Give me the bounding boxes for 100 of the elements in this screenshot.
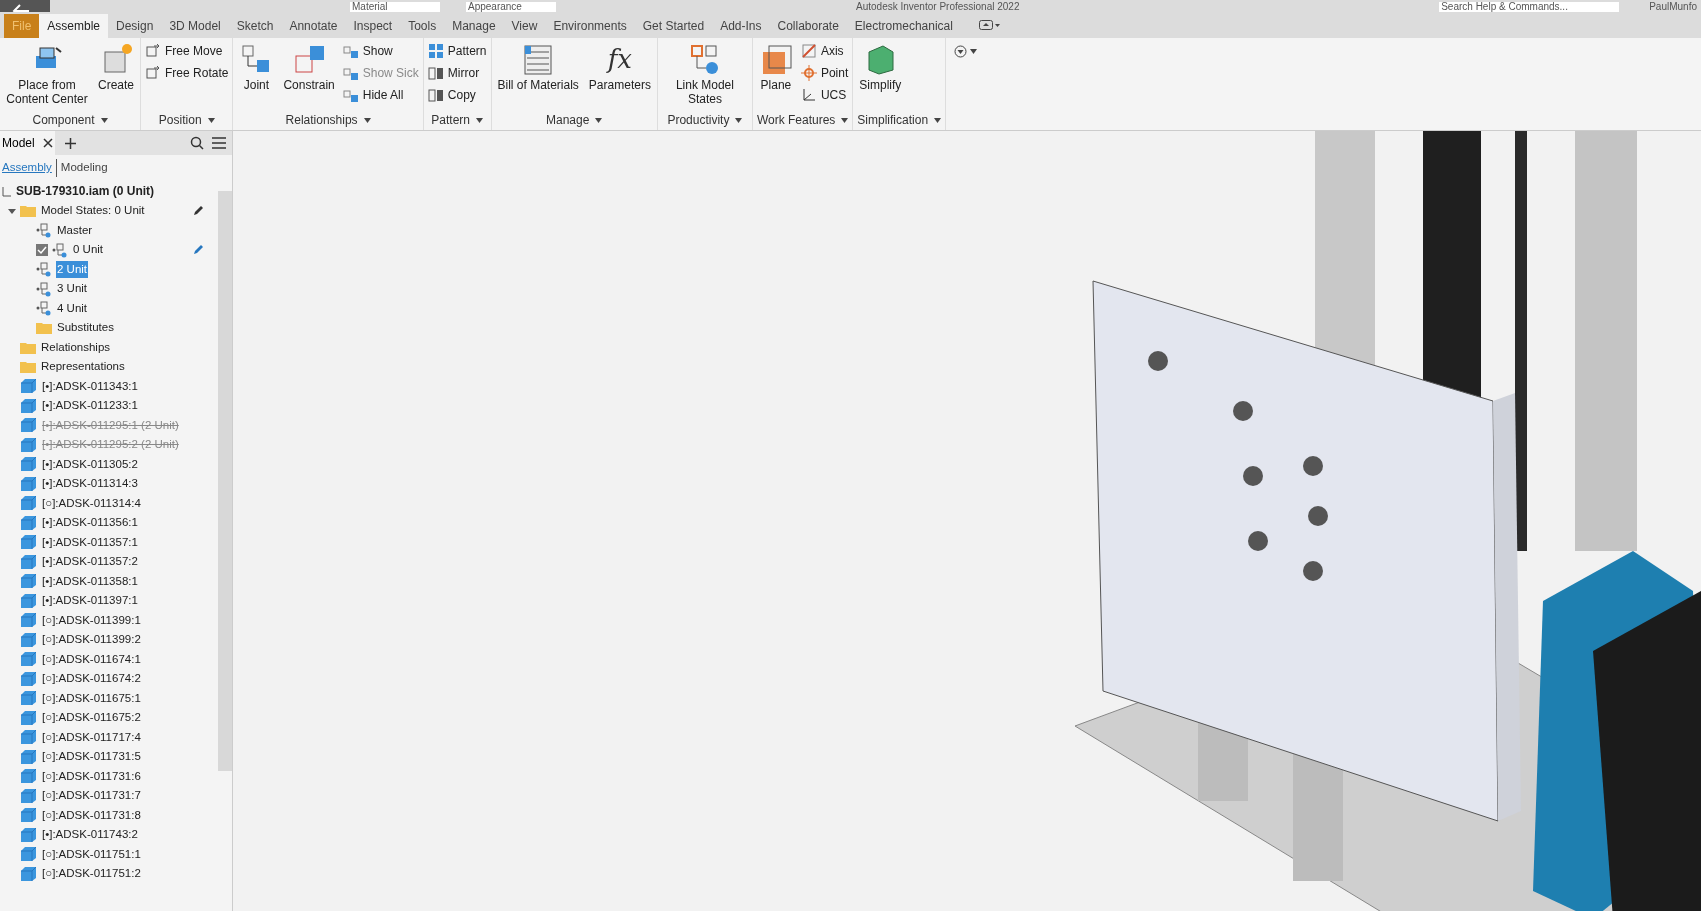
panel-title[interactable]: Productivity [661, 110, 748, 130]
part-cube-icon [20, 768, 37, 785]
checkbox-checked[interactable] [36, 243, 48, 256]
ribbon-tab[interactable]: Design [108, 14, 162, 38]
ribbon-tab[interactable]: 3D Model [161, 14, 229, 38]
tree-item-label[interactable]: [○]:ADSK-011731:5 [41, 748, 142, 766]
tree-item-label[interactable]: [•]:ADSK-011356:1 [41, 514, 139, 532]
add-tab-icon[interactable] [64, 137, 76, 149]
tree-item-label[interactable]: Relationships [40, 338, 112, 356]
ribbon-tab[interactable]: Tools [400, 14, 445, 38]
appearance-dropdown[interactable]: Appearance [466, 2, 556, 12]
tree-item-label[interactable]: [•]:ADSK-011305:2 [41, 455, 139, 473]
tree-item-label[interactable]: 0 Unit [72, 241, 105, 259]
panel-title[interactable]: Position [145, 110, 229, 130]
tool-icon [145, 65, 162, 81]
tree-item-label[interactable]: Substitutes [56, 319, 115, 337]
search-field[interactable]: Search Help & Commands... [1439, 2, 1620, 12]
panel-title[interactable]: Component [4, 110, 137, 130]
ribbon-tab[interactable]: Annotate [281, 14, 346, 38]
ribbon-toggle-icon[interactable] [978, 20, 1001, 30]
tree-item-label[interactable]: [○]:ADSK-011731:8 [41, 806, 142, 824]
browser-view-tab[interactable]: Assembly [2, 159, 52, 177]
tree-item-label[interactable]: [○]:ADSK-011751:2 [41, 865, 142, 883]
tree-item-label[interactable]: [○]:ADSK-011399:2 [41, 631, 142, 649]
user-name[interactable]: PaulMunfo [1649, 2, 1697, 12]
tree-item-label[interactable]: Model States: 0 Unit [40, 202, 146, 220]
ribbon-button[interactable]: Place from Content Center [4, 42, 90, 110]
tree-item-label[interactable]: [•]:ADSK-011343:1 [41, 377, 139, 395]
tree-item-label[interactable]: [○]:ADSK-011399:1 [41, 611, 142, 629]
panel-title[interactable]: Pattern [427, 110, 487, 130]
tree-item-label[interactable]: [○]:ADSK-011675:2 [41, 709, 142, 727]
ribbon-small-button[interactable]: UCS [800, 86, 849, 104]
scrollbar[interactable] [218, 191, 232, 771]
tree-item-label[interactable]: [•]:ADSK-011357:2 [41, 553, 139, 571]
ribbon-tab[interactable]: View [503, 14, 546, 38]
tree-item-label[interactable]: [•]:ADSK-011233:1 [41, 397, 139, 415]
tree-item-label[interactable]: [○]:ADSK-011717:4 [41, 728, 142, 746]
part-cube-icon [20, 807, 37, 824]
caret-icon [595, 117, 603, 123]
ribbon-small-button[interactable]: Mirror [427, 64, 487, 82]
tree-item-label[interactable]: [○]:ADSK-011674:1 [41, 650, 142, 668]
ribbon-tab[interactable]: Collaborate [769, 14, 847, 38]
panel-title[interactable]: Manage [495, 110, 653, 130]
assembly-root-label[interactable]: SUB-179310.iam (0 Unit) [16, 182, 155, 200]
tree-item-label[interactable]: [•]:ADSK-011357:1 [41, 533, 139, 551]
ribbon-tab[interactable]: Manage [444, 14, 504, 38]
ribbon-button[interactable]: fx Parameters [586, 42, 653, 110]
tree-item-label[interactable]: [•]:ADSK-011743:2 [41, 826, 139, 844]
tree-item-label[interactable]: [•]:ADSK-011397:1 [41, 592, 139, 610]
ribbon-tab[interactable]: Get Started [634, 14, 713, 38]
tree-item-label[interactable]: Master [56, 221, 94, 239]
ribbon-tab[interactable]: Electromechanical [846, 14, 961, 38]
panel-title[interactable]: Simplification [857, 110, 942, 130]
ribbon-tab[interactable]: Add-Ins [712, 14, 770, 38]
customize-button[interactable] [954, 44, 978, 58]
ribbon-small-button[interactable]: Hide All [342, 86, 419, 104]
ribbon-small-button[interactable]: Free Move [145, 42, 229, 60]
circle-caret-icon [954, 44, 968, 58]
tool-icon [342, 65, 359, 81]
tree-item-label[interactable]: [○]:ADSK-011675:1 [41, 689, 142, 707]
ribbon-button[interactable]: Joint [237, 42, 276, 110]
ribbon-button[interactable]: Simplify [857, 42, 904, 110]
tree-item-label[interactable]: 4 Unit [56, 299, 89, 317]
tree-item-label[interactable]: [○]:ADSK-011731:6 [41, 767, 142, 785]
caret-icon [363, 117, 371, 123]
tree-item-label[interactable]: [○]:ADSK-011314:4 [41, 494, 142, 512]
browser-view-tab[interactable]: Modeling [55, 159, 108, 177]
close-icon[interactable] [42, 138, 53, 148]
tree-item-label[interactable]: [○]:ADSK-011674:2 [41, 670, 142, 688]
ribbon-small-button[interactable]: Show [342, 42, 419, 60]
ribbon-small-button[interactable]: Point [800, 64, 849, 82]
expand-arrow-icon[interactable] [8, 206, 16, 215]
search-icon[interactable] [190, 136, 204, 150]
model-state-icon [36, 261, 52, 278]
tree-item-label[interactable]: Representations [40, 358, 126, 376]
ribbon-tab[interactable]: Sketch [228, 14, 282, 38]
ribbon-small-button[interactable]: Copy [427, 86, 487, 104]
ribbon-small-button[interactable]: Pattern [427, 42, 487, 60]
tree-item-label[interactable]: [•]:ADSK-011358:1 [41, 572, 139, 590]
model-browser-tab[interactable]: Model [0, 131, 55, 155]
material-dropdown[interactable]: Material [350, 2, 440, 12]
ribbon-tab[interactable]: Environments [545, 14, 635, 38]
ribbon-button[interactable]: Plane [756, 42, 795, 110]
tree-item-label[interactable]: [•]:ADSK-011314:3 [41, 475, 139, 493]
ribbon-small-button[interactable]: Axis [800, 42, 849, 60]
ribbon-small-button[interactable]: Free Rotate [145, 64, 229, 82]
part-cube-icon [20, 690, 37, 707]
menu-icon[interactable] [212, 137, 226, 149]
panel-title[interactable]: Relationships [237, 110, 419, 130]
panel-title[interactable]: Work Features [756, 110, 849, 130]
tree-item-label[interactable]: [○]:ADSK-011731:7 [41, 787, 142, 805]
tree-item-label[interactable]: 3 Unit [56, 280, 89, 298]
ribbon-tab[interactable]: Inspect [345, 14, 401, 38]
ribbon-button[interactable]: Create [96, 42, 137, 110]
ribbon-button[interactable]: Link Model States [661, 42, 748, 110]
tree-item-label[interactable]: [○]:ADSK-011751:1 [41, 845, 142, 863]
ribbon-tab[interactable]: Assemble [39, 14, 109, 38]
ribbon-button[interactable]: Bill of Materials [495, 42, 581, 110]
ribbon-button[interactable]: Constrain [281, 42, 337, 110]
edit-pencil-icon[interactable] [193, 205, 204, 217]
